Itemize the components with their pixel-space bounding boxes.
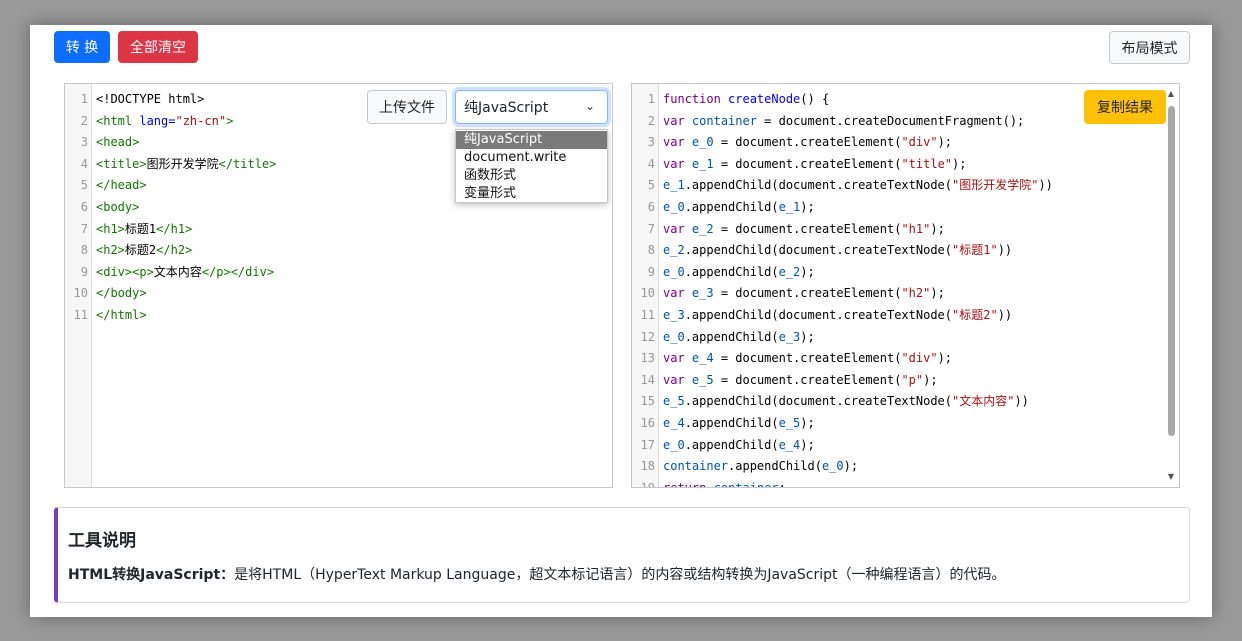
code-line: 14 var e_5 = document.createElement("p"); bbox=[640, 372, 938, 387]
app-frame: 转 换 全部清空 布局模式 1 <!DOCTYPE html> 2 <html la… bbox=[30, 25, 1212, 617]
clear-all-button[interactable]: 全部清空 bbox=[118, 31, 198, 63]
code-line: 7 var e_2 = document.createElement("h1"); bbox=[647, 221, 945, 236]
layout-mode-button[interactable]: 布局模式 bbox=[1109, 31, 1190, 64]
vertical-scrollbar[interactable]: ▲ ▼ bbox=[1165, 88, 1177, 483]
code-line: 7 <h1>标题1</h1> bbox=[80, 221, 193, 236]
convert-button[interactable]: 转 换 bbox=[54, 31, 110, 63]
tool-description-text: HTML转换JavaScript：是将HTML（HyperText Markup… bbox=[68, 564, 1006, 584]
format-dropdown-list: 纯JavaScript document.write 函数形式 变量形式 bbox=[455, 129, 608, 203]
js-output-editor[interactable]: 1 function createNode() { 2 var container … bbox=[631, 83, 1180, 488]
code-line: 13 var e_4 = document.createElement("div"… bbox=[640, 351, 953, 366]
dropdown-option[interactable]: 函数形式 bbox=[456, 167, 607, 185]
html-input-editor[interactable]: 1 <!DOCTYPE html> 2 <html lang="zh-cn"> 3 <… bbox=[64, 83, 613, 488]
upload-file-button[interactable]: 上传文件 bbox=[367, 90, 447, 124]
dropdown-option[interactable]: 纯JavaScript bbox=[456, 131, 607, 149]
tool-description-label: HTML转换JavaScript： bbox=[68, 567, 235, 583]
code-lines[interactable]: 1 <!DOCTYPE html> 2 <html lang="zh-cn"> 3 <… bbox=[65, 89, 612, 327]
code-line: 9 e_0.appendChild(e_2); bbox=[647, 264, 815, 279]
code-line: 8 <h2>标题2</h2> bbox=[80, 243, 193, 258]
scroll-up-icon[interactable]: ▲ bbox=[1165, 88, 1177, 100]
code-line: 8 e_2.appendChild(document.createTextNode… bbox=[647, 243, 1013, 258]
code-line: 10 </body> bbox=[73, 286, 147, 301]
code-line: 19 return container; bbox=[640, 480, 786, 488]
code-lines[interactable]: 1 function createNode() { 2 var container … bbox=[632, 89, 1179, 488]
code-line: 4 var e_1 = document.createElement("title… bbox=[647, 156, 967, 171]
code-line: 5 e_1.appendChild(document.createTextNode… bbox=[647, 178, 1053, 193]
dropdown-option[interactable]: 变量形式 bbox=[456, 185, 607, 203]
code-line: 12 e_0.appendChild(e_3); bbox=[640, 329, 815, 344]
code-line: 16 e_4.appendChild(e_5); bbox=[640, 415, 815, 430]
scrollbar-thumb[interactable] bbox=[1168, 106, 1175, 436]
code-line: 9 <div><p>文本内容</p></div> bbox=[80, 264, 275, 279]
scroll-down-icon[interactable]: ▼ bbox=[1165, 471, 1177, 483]
tool-description-body: 是将HTML（HyperText Markup Language，超文本标记语言… bbox=[234, 567, 1006, 583]
chevron-down-icon: ⌄ bbox=[584, 99, 595, 113]
code-line: 6 e_0.appendChild(e_1); bbox=[647, 199, 815, 214]
code-line: 11 </html> bbox=[73, 307, 147, 322]
code-line: 17 e_0.appendChild(e_4); bbox=[640, 437, 815, 452]
tool-description-card: 工具说明 HTML转换JavaScript：是将HTML（HyperText M… bbox=[54, 507, 1190, 603]
code-line: 10 var e_3 = document.createElement("h2")… bbox=[640, 286, 945, 301]
code-line: 15 e_5.appendChild(document.createTextNod… bbox=[640, 394, 1029, 409]
tool-description-title: 工具说明 bbox=[68, 531, 136, 551]
select-value: 纯JavaScript bbox=[464, 100, 549, 116]
dropdown-option[interactable]: document.write bbox=[456, 149, 607, 167]
output-format-select[interactable]: 纯JavaScript ⌄ bbox=[455, 90, 608, 124]
copy-result-button[interactable]: 复制结果 bbox=[1084, 90, 1166, 124]
code-line: 11 e_3.appendChild(document.createTextNod… bbox=[640, 307, 1013, 322]
code-line: 3 var e_0 = document.createElement("div")… bbox=[647, 135, 953, 150]
code-line: 18 container.appendChild(e_0); bbox=[640, 459, 859, 474]
